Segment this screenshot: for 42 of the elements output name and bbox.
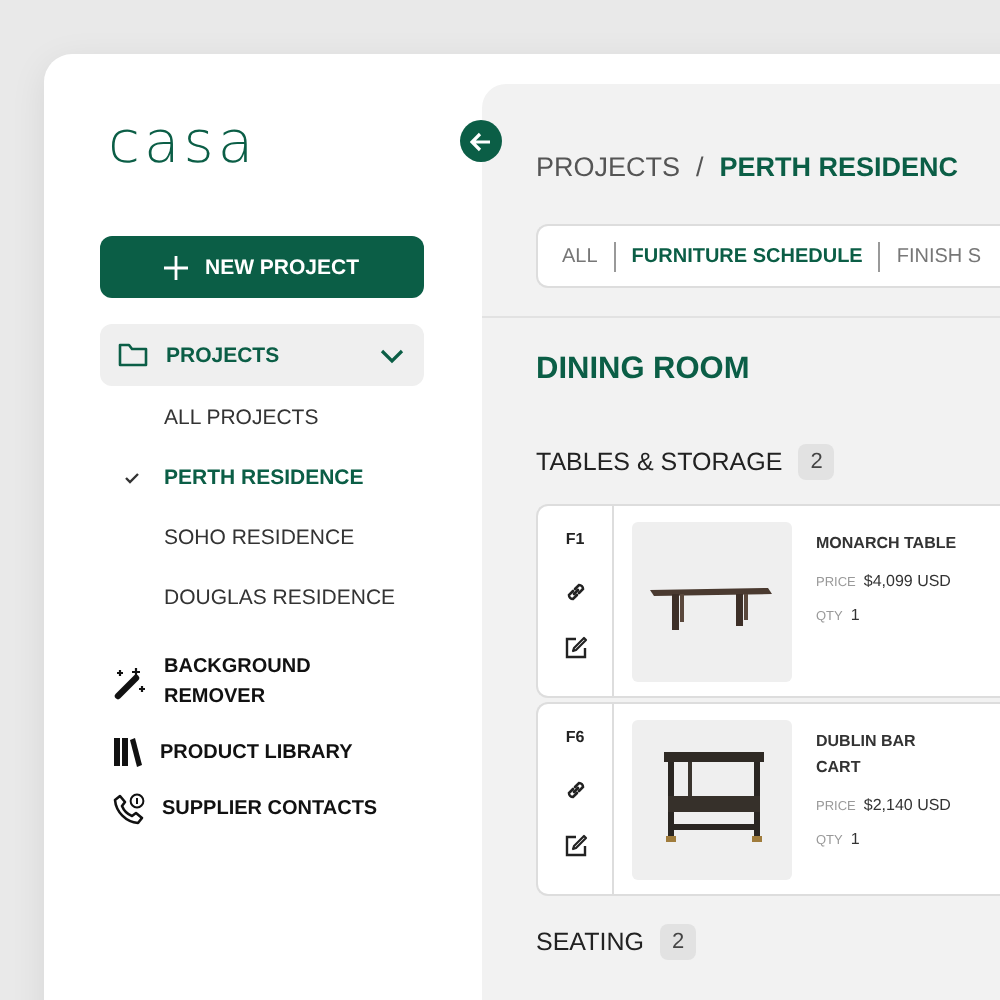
phone-icon — [112, 792, 146, 826]
tab[interactable]: ALL — [546, 245, 614, 267]
folder-icon — [118, 342, 148, 368]
logo: casa — [108, 114, 258, 170]
tool-item[interactable]: SUPPLIER CONTACTS — [100, 792, 482, 826]
group-title: TABLES & STORAGE — [536, 448, 783, 476]
quantity-value: 1 — [850, 606, 860, 624]
item-code: F6 — [565, 728, 585, 746]
quantity-value: 1 — [850, 830, 860, 848]
link-icon[interactable] — [563, 778, 587, 802]
collapse-button[interactable] — [460, 120, 502, 162]
product-name: MONARCH TABLE — [816, 532, 957, 556]
project-item[interactable]: ALL PROJECTS — [100, 388, 482, 448]
item-code: F1 — [565, 530, 585, 548]
breadcrumb-link[interactable]: PROJECTS — [536, 152, 681, 182]
project-item[interactable]: PERTH RESIDENCE — [100, 448, 482, 508]
price-value: $2,140 USD — [863, 796, 951, 814]
projects-menu[interactable]: PROJECTS — [100, 324, 424, 386]
check-icon — [124, 472, 140, 484]
count-badge: 2 — [798, 444, 835, 480]
tab[interactable]: FINISH S — [880, 245, 998, 267]
tool-item[interactable]: BACKGROUND REMOVER — [100, 652, 482, 712]
breadcrumb-separator: / — [696, 152, 704, 182]
new-project-button[interactable]: NEW PROJECT — [100, 236, 424, 298]
magic-wand-icon — [112, 664, 148, 700]
plus-icon — [164, 255, 189, 279]
room-title: DINING ROOM — [536, 352, 752, 388]
price-value: $4,099 USD — [863, 572, 951, 590]
link-icon[interactable] — [563, 580, 587, 604]
tab[interactable]: FURNITURE SCHEDULE — [615, 245, 879, 267]
project-item[interactable]: DOUGLAS RESIDENCE — [100, 568, 482, 628]
tool-item[interactable]: PRODUCT LIBRARY — [100, 736, 482, 768]
chevron-icon — [380, 347, 404, 363]
project-item[interactable]: SOHO RESIDENCE — [100, 508, 482, 568]
edit-icon[interactable] — [563, 636, 587, 660]
breadcrumb-current: PERTH RESIDENC — [719, 152, 959, 182]
books-icon — [112, 736, 144, 768]
group-title: SEATING — [536, 928, 644, 956]
back-arrow-icon — [470, 131, 492, 151]
count-badge: 2 — [659, 924, 697, 960]
product-name: DUBLIN BAR CART — [816, 730, 918, 780]
edit-icon[interactable] — [563, 834, 587, 858]
